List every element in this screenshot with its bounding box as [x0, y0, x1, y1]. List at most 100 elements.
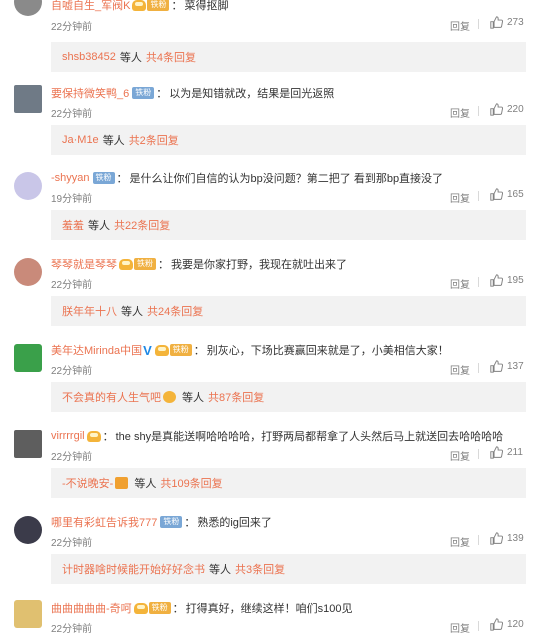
comment-text: 打得真好，继续这样！咱们s100见 — [185, 603, 353, 615]
reply-button[interactable]: 回复 — [450, 18, 470, 33]
comment-line: 曲曲曲曲曲-奇呵 铁粉 ： 打得真好，继续这样！咱们s100见 — [51, 600, 353, 616]
comment-text: 以为是知错就改，结果是回光返照 — [169, 88, 335, 100]
comment-line: 美年达Mirinda中国 V 铁粉 ： 别灰心，下场比赛赢回来就是了，小美相信大… — [51, 342, 449, 358]
divider — [478, 19, 479, 29]
like-button[interactable]: 137 — [490, 360, 524, 373]
reply-count[interactable]: 共109条回复 — [160, 475, 222, 491]
username[interactable]: 自嘘自生_军阀K — [51, 0, 130, 13]
reply-summary[interactable]: 计时器啥时候能开始好好念书 等人 共3条回复 — [51, 554, 526, 584]
thumbs-up-icon — [490, 618, 503, 631]
like-count: 211 — [507, 447, 523, 458]
reply-count[interactable]: 共87条回复 — [208, 389, 264, 405]
fan-badge: 铁粉 — [154, 344, 192, 356]
like-button[interactable]: 273 — [490, 16, 524, 29]
fan-badge: 铁粉 — [133, 602, 171, 614]
like-button[interactable]: 211 — [490, 446, 523, 459]
timestamp: 22分钟前 — [51, 366, 93, 377]
thumbs-up-icon — [490, 103, 503, 116]
comment-line: 自嘘自生_军阀K 铁粉 ： 菜得抠脚 — [51, 0, 228, 13]
avatar[interactable] — [14, 172, 42, 200]
emoji-icon — [163, 391, 176, 403]
reply-count[interactable]: 共24条回复 — [147, 303, 203, 319]
fan-badge: 铁粉 — [92, 172, 115, 184]
reply-count[interactable]: 共2条回复 — [129, 132, 179, 148]
fan-badge-label: 铁粉 — [132, 87, 155, 99]
avatar[interactable] — [14, 0, 42, 16]
reply-button[interactable]: 回复 — [450, 620, 470, 635]
timestamp: 19分钟前 — [51, 194, 93, 205]
crown-badge-icon — [154, 344, 169, 356]
reply-users[interactable]: Ja·M1e — [62, 134, 99, 146]
fan-badge: 铁粉 — [132, 0, 170, 11]
like-count: 120 — [507, 619, 524, 630]
like-button[interactable]: 120 — [490, 618, 524, 631]
comment-text: 熟悉的ig回来了 — [197, 517, 272, 529]
avatar[interactable] — [14, 516, 42, 544]
comment-line: -shyyan 铁粉 ： 是什么让你们自信的认为bp没问题？第二把了 看到那bp… — [51, 172, 444, 185]
avatar[interactable] — [14, 600, 42, 628]
reply-summary[interactable]: 不会真的有人生气吧 等人 共87条回复 — [51, 382, 526, 412]
divider — [478, 277, 479, 287]
fan-badge: 铁粉 — [119, 258, 156, 270]
fan-badge: 铁粉 — [159, 516, 183, 528]
reply-summary[interactable]: 朕年年十八 等人 共24条回复 — [51, 296, 526, 326]
like-count: 139 — [507, 533, 524, 544]
avatar[interactable] — [14, 344, 42, 372]
avatar[interactable] — [14, 430, 42, 458]
reply-count[interactable]: 共3条回复 — [235, 561, 285, 577]
divider — [478, 363, 479, 373]
reply-users[interactable]: shsb38452 — [62, 51, 116, 63]
reply-summary[interactable]: 羞羞 等人 共22条回复 — [51, 210, 526, 240]
username[interactable]: 美年达Mirinda中国 — [51, 342, 142, 358]
reply-button[interactable]: 回复 — [450, 362, 470, 377]
username[interactable]: 曲曲曲曲曲-奇呵 — [51, 600, 132, 616]
comment-text: 菜得抠脚 — [184, 0, 229, 12]
reply-button[interactable]: 回复 — [450, 534, 470, 549]
reply-users[interactable]: 羞羞 — [62, 217, 84, 233]
timestamp: 22分钟前 — [51, 109, 93, 120]
reply-summary[interactable]: -不说晚安- 等人 共109条回复 — [51, 468, 526, 498]
reply-users[interactable]: 朕年年十八 — [62, 303, 117, 319]
crown-badge-icon — [133, 602, 148, 614]
thumbs-up-icon — [490, 446, 503, 459]
reply-users[interactable]: 不会真的有人生气吧 — [62, 389, 161, 405]
comment-line: virrrrgil ： the shy是真能送啊哈哈哈哈，打野两局都帮拿了人头然… — [51, 430, 504, 443]
thumbs-up-icon — [490, 532, 503, 545]
crown-badge-icon — [132, 0, 147, 11]
reply-summary[interactable]: Ja·M1e 等人 共2条回复 — [51, 125, 526, 155]
fan-badge-label: 铁粉 — [134, 258, 156, 270]
reply-users[interactable]: -不说晚安- — [62, 475, 113, 491]
reply-button[interactable]: 回复 — [450, 190, 470, 205]
like-button[interactable]: 195 — [490, 274, 524, 287]
reply-count[interactable]: 共22条回复 — [114, 217, 170, 233]
reply-button[interactable]: 回复 — [450, 276, 470, 291]
fan-badge-label: 铁粉 — [147, 0, 170, 11]
avatar[interactable] — [14, 258, 42, 286]
timestamp: 22分钟前 — [51, 624, 93, 635]
thumbs-up-icon — [490, 188, 503, 201]
username[interactable]: 琴琴就是琴琴 — [51, 256, 117, 272]
divider — [478, 191, 479, 201]
username[interactable]: virrrrgil — [51, 430, 85, 442]
reply-summary[interactable]: shsb38452 等人 共4条回复 — [51, 42, 526, 72]
like-count: 137 — [507, 361, 524, 372]
like-button[interactable]: 220 — [490, 103, 524, 116]
like-count: 220 — [507, 104, 524, 115]
fan-badge: 铁粉 — [131, 87, 155, 99]
fan-badge — [86, 430, 101, 442]
username[interactable]: 要保持微笑鸭_6 — [51, 85, 129, 101]
username[interactable]: 哪里有彩虹告诉我777 — [51, 514, 157, 530]
like-button[interactable]: 165 — [490, 188, 524, 201]
thumbs-up-icon — [490, 360, 503, 373]
comment-text: 别灰心，下场比赛赢回来就是了，小美相信大家！ — [206, 345, 449, 357]
reply-count[interactable]: 共4条回复 — [146, 49, 196, 65]
like-button[interactable]: 139 — [490, 532, 524, 545]
reply-button[interactable]: 回复 — [450, 448, 470, 463]
username[interactable]: -shyyan — [51, 172, 90, 184]
reply-users[interactable]: 计时器啥时候能开始好好念书 — [62, 561, 205, 577]
comment-text: the shy是真能送啊哈哈哈哈，打野两局都帮拿了人头然后马上就送回去哈哈哈哈 — [115, 431, 504, 443]
avatar[interactable] — [14, 85, 42, 113]
fan-badge-label: 铁粉 — [160, 516, 183, 528]
reply-button[interactable]: 回复 — [450, 105, 470, 120]
emoji-icon — [115, 477, 129, 489]
